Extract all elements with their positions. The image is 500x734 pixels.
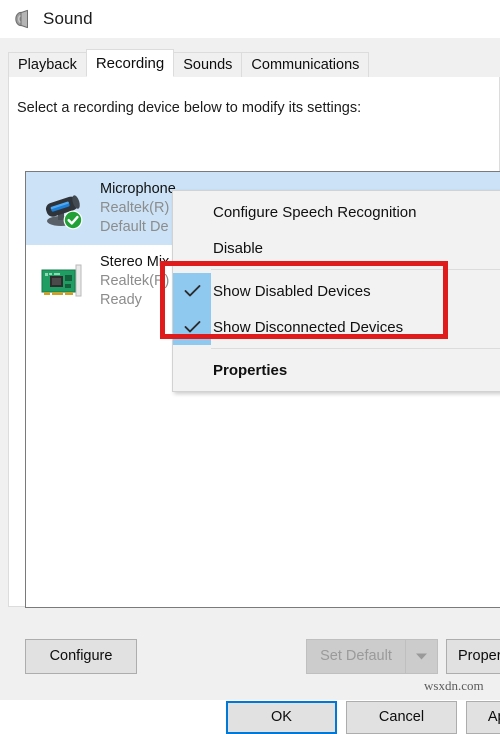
- watermark: wsxdn.com: [424, 678, 484, 693]
- tab-communications[interactable]: Communications: [241, 52, 370, 77]
- ok-button[interactable]: OK: [226, 701, 337, 734]
- window-title: Sound: [43, 9, 93, 28]
- tab-recording[interactable]: Recording: [85, 49, 175, 77]
- title-bar: Sound: [0, 0, 500, 38]
- properties-button-label: Properties: [458, 648, 500, 664]
- ok-button-label: OK: [271, 709, 292, 725]
- menu-item-disable[interactable]: Disable: [173, 230, 500, 266]
- speaker-icon: [15, 9, 28, 29]
- menu-checkbox-show-disconnected-devices[interactable]: [173, 309, 211, 345]
- tab-strip: Playback Recording Sounds Communications: [8, 49, 370, 77]
- menu-check-column: [173, 194, 211, 230]
- tab-sounds[interactable]: Sounds: [173, 52, 243, 77]
- menu-separator: [211, 269, 500, 270]
- tab-playback[interactable]: Playback: [8, 52, 87, 77]
- menu-check-column: [173, 352, 211, 388]
- tab-recording-label: Recording: [95, 55, 165, 72]
- menu-item-label: Show Disconnected Devices: [213, 318, 404, 336]
- tab-communications-label: Communications: [251, 57, 360, 73]
- device-driver: Realtek(R): [100, 272, 170, 289]
- menu-separator: [211, 348, 500, 349]
- device-name: Stereo Mix: [100, 253, 170, 270]
- device-text-stereo-mix: Stereo Mix Realtek(R) Ready: [100, 253, 169, 310]
- menu-check-column: [173, 230, 211, 266]
- tab-playback-label: Playback: [18, 57, 77, 73]
- sound-dialog-window: Sound Playback Recording Sounds Communic…: [0, 0, 500, 734]
- menu-item-label: Disable: [213, 239, 264, 257]
- menu-item-show-disabled-devices[interactable]: Show Disabled Devices: [173, 273, 500, 309]
- recording-hint-text: Select a recording device below to modif…: [17, 100, 362, 116]
- menu-item-configure-speech-recognition[interactable]: Configure Speech Recognition: [173, 194, 500, 230]
- tab-sounds-label: Sounds: [183, 57, 233, 73]
- configure-button-label: Configure: [49, 648, 113, 664]
- set-default-button: Set Default: [306, 639, 405, 674]
- apply-button[interactable]: Apply: [466, 701, 500, 734]
- set-default-split-button[interactable]: Set Default: [306, 639, 438, 674]
- properties-button[interactable]: Properties: [446, 639, 500, 674]
- menu-item-properties[interactable]: Properties: [173, 352, 500, 388]
- microphone-icon: [34, 181, 94, 237]
- checkmark-icon: [184, 321, 200, 333]
- menu-item-show-disconnected-devices[interactable]: Show Disconnected Devices: [173, 309, 500, 345]
- apply-button-label: Apply: [487, 709, 500, 725]
- chevron-down-icon: [416, 653, 427, 660]
- device-status: Ready: [100, 292, 142, 309]
- device-context-menu[interactable]: Configure Speech Recognition Disable Sho…: [172, 190, 500, 392]
- menu-item-label: Configure Speech Recognition: [213, 203, 417, 221]
- set-default-button-label: Set Default: [320, 648, 392, 664]
- menu-item-label: Show Disabled Devices: [213, 282, 371, 300]
- menu-item-label: Properties: [213, 361, 288, 379]
- set-default-dropdown-button[interactable]: [405, 639, 438, 674]
- configure-button[interactable]: Configure: [25, 639, 137, 674]
- menu-checkbox-show-disabled-devices[interactable]: [173, 273, 211, 309]
- sound-card-icon: [34, 254, 94, 310]
- checkmark-icon: [184, 285, 200, 297]
- cancel-button-label: Cancel: [378, 709, 425, 725]
- cancel-button[interactable]: Cancel: [346, 701, 457, 734]
